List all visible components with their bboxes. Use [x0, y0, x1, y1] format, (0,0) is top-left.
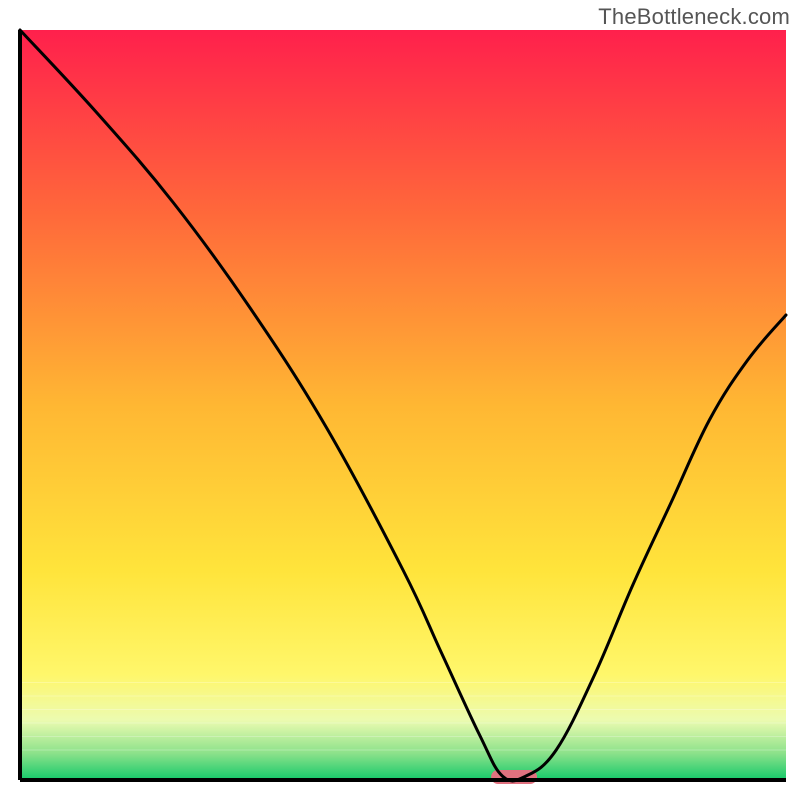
chart-svg [0, 0, 800, 800]
watermark-label: TheBottleneck.com [598, 4, 790, 30]
gradient-background [20, 30, 786, 780]
bottleneck-chart: TheBottleneck.com [0, 0, 800, 800]
